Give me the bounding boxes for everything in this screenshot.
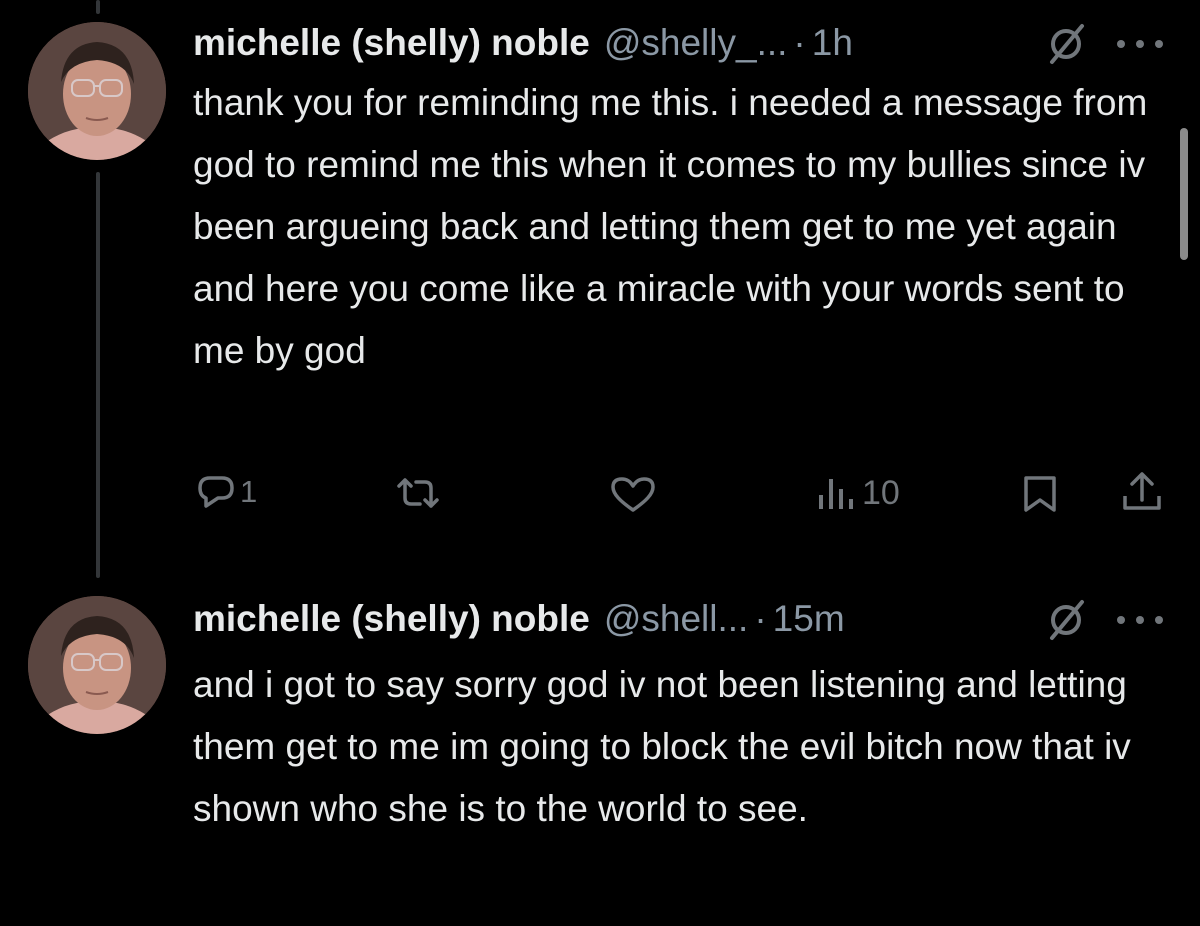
avatar[interactable] [28,596,166,734]
reply-icon [198,476,234,508]
separator-dot: · [754,598,767,639]
like-button[interactable] [610,476,656,514]
handle[interactable]: @shelly_... [604,22,788,64]
grok-icon[interactable] [1044,22,1088,66]
bookmark-button[interactable] [1022,474,1058,514]
views-icon [819,478,853,509]
tweet-text: thank you for reminding me this. i neede… [193,82,1148,371]
share-icon [1123,472,1161,510]
avatar[interactable] [28,22,166,160]
more-icon[interactable] [1113,610,1167,630]
tweet-header: michelle (shelly) noble @shell... · 15m [193,594,845,644]
repost-button[interactable] [396,476,440,510]
display-name[interactable]: michelle (shelly) noble [193,598,590,640]
more-icon[interactable] [1113,34,1167,54]
like-icon [611,477,655,512]
repost-icon [397,478,439,508]
handle[interactable]: @shell... [604,598,749,640]
grok-icon[interactable] [1044,598,1088,642]
action-bar: 1 10 [0,462,1200,522]
bookmark-icon [1024,476,1056,512]
views-button[interactable]: 10 [816,474,900,513]
views-count: 10 [862,474,900,512]
display-name[interactable]: michelle (shelly) noble [193,22,590,64]
reply-count: 1 [240,474,258,509]
separator-dot: · [793,22,806,63]
timestamp[interactable]: 1h [812,22,853,64]
scrollbar[interactable] [1180,128,1188,260]
timestamp[interactable]: 15m [773,598,845,640]
tweet-text: and i got to say sorry god iv not been l… [193,664,1131,829]
tweet-header: michelle (shelly) noble @shelly_... · 1h [193,18,853,68]
thread-line-top [96,0,100,14]
reply-button[interactable]: 1 [196,474,257,510]
share-button[interactable] [1120,470,1164,514]
